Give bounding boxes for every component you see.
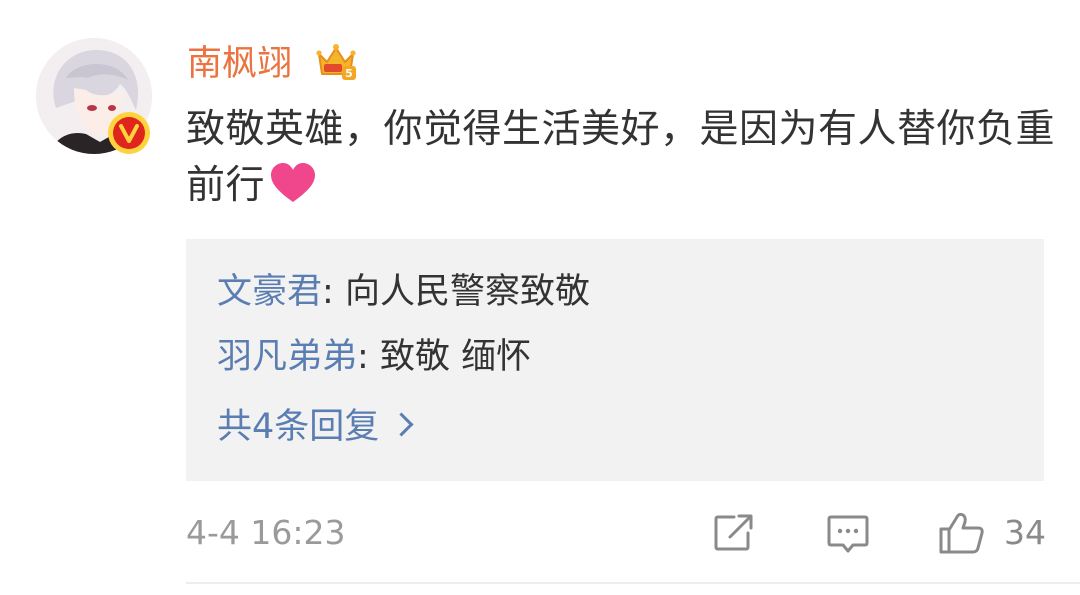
thumbs-up-icon[interactable] [938, 511, 986, 555]
pink-heart-emoji-icon [271, 163, 316, 202]
reply-item[interactable]: 文豪君: 向人民警察致敬 [217, 267, 590, 317]
view-all-replies-label: 共4条回复 [217, 407, 380, 447]
svg-text:5: 5 [345, 67, 353, 80]
reply-text: 致敬 缅怀 [379, 337, 532, 377]
reply-preview-box[interactable]: 文豪君: 向人民警察致敬 羽凡弟弟: 致敬 缅怀 共4条回复 [186, 239, 1044, 481]
chevron-right-icon [389, 412, 414, 437]
divider [186, 582, 1080, 584]
reply-text: 向人民警察致敬 [344, 272, 590, 312]
like-count: 34 [1004, 513, 1046, 552]
verified-badge-icon [106, 110, 152, 156]
comment-timestamp: 4-4 16:23 [186, 513, 346, 552]
share-icon[interactable] [712, 511, 756, 555]
reply-item[interactable]: 羽凡弟弟: 致敬 缅怀 [217, 332, 531, 382]
reply-separator: : [322, 272, 345, 312]
view-all-replies-link[interactable]: 共4条回复 [217, 402, 414, 452]
reply-author[interactable]: 羽凡弟弟 [217, 337, 357, 377]
comment-content: 致敬英雄，你觉得生活美好，是因为有人替你负重前行 [186, 102, 1056, 214]
username[interactable]: 南枫翊 [187, 38, 292, 90]
comment-icon[interactable] [826, 511, 870, 555]
crown-member-icon: 5 [314, 40, 358, 84]
reply-author[interactable]: 文豪君 [217, 272, 322, 312]
reply-separator: : [357, 337, 380, 377]
